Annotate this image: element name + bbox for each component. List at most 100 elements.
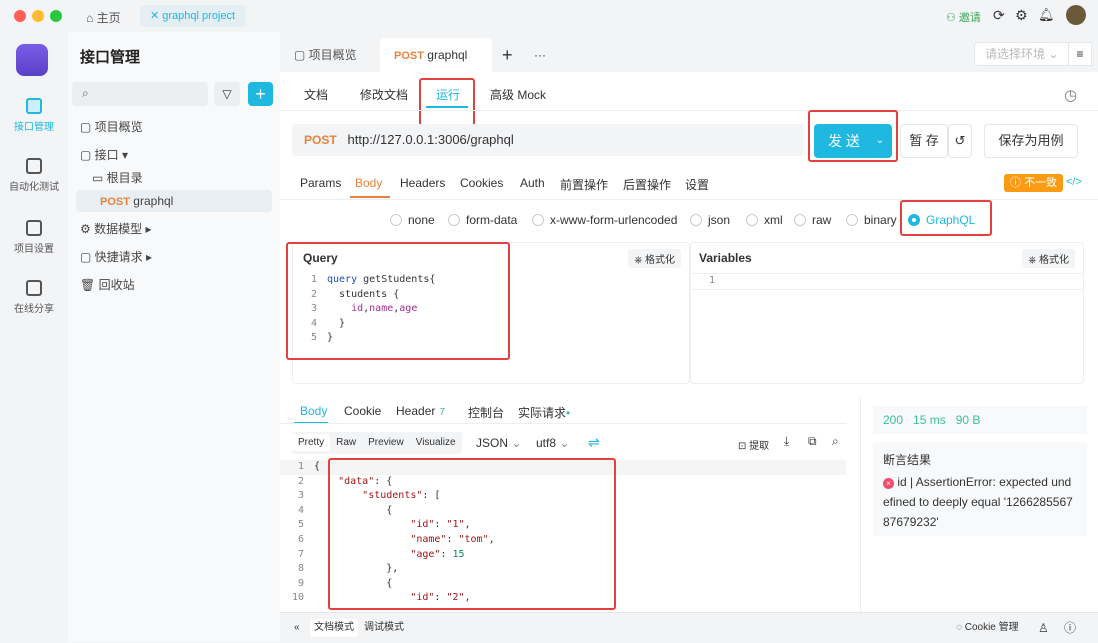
save-case-label: 保存为用例 <box>998 133 1064 148</box>
param-tab[interactable]: 后置操作 <box>623 176 671 193</box>
env-select[interactable]: 请选择环境 ⌄ <box>974 42 1070 66</box>
theme-icon[interactable]: ♙ <box>1038 613 1049 643</box>
avatar[interactable] <box>1066 5 1086 25</box>
doc-mode-button[interactable]: 文档模式 <box>310 619 358 637</box>
filter-button[interactable]: ▽ <box>214 82 240 106</box>
label: JSON <box>476 436 509 450</box>
rail-item-settings[interactable]: 项目设置 <box>0 220 68 255</box>
response-tab[interactable]: 实际请求• <box>518 404 570 421</box>
radio[interactable] <box>390 214 402 226</box>
send-label: 发 送 <box>828 133 860 149</box>
body-type-form-data[interactable]: form-data <box>448 213 517 227</box>
radio[interactable] <box>690 214 702 226</box>
wrap-icon[interactable]: ⇌ <box>588 434 600 451</box>
format-button[interactable]: ⎈ 格式化 <box>1022 249 1075 268</box>
body-type-xml[interactable]: xml <box>746 213 783 227</box>
format-select[interactable]: JSON ⌄ <box>476 436 521 450</box>
close-icon[interactable]: ✕ <box>150 10 162 22</box>
project-tab[interactable]: ✕ graphql project <box>140 5 246 27</box>
label: utf8 <box>536 436 557 450</box>
extract-button[interactable]: ⊡ 提取 <box>738 437 769 452</box>
sidebar-item-models[interactable]: ⚙ 数据模型 ▸ <box>76 218 272 240</box>
tab-graphql[interactable]: POST graphql <box>380 38 492 72</box>
label: Cookie 管理 <box>964 622 1019 633</box>
mismatch-badge[interactable]: ⓘ 不一致 <box>1004 174 1064 192</box>
rail-item-autotest[interactable]: 自动化测试 <box>0 158 68 193</box>
response-tab[interactable]: Body <box>300 404 327 418</box>
invite-button[interactable]: ⚇ 邀请 <box>946 9 981 25</box>
radio[interactable] <box>794 214 806 226</box>
sidebar-item-trash[interactable]: 🗑︎ 回收站 <box>76 274 272 296</box>
body-type-json[interactable]: json <box>690 213 730 227</box>
param-tab[interactable]: Params <box>300 176 341 190</box>
sync-icon[interactable]: ⟳ <box>993 7 1005 24</box>
response-tab[interactable]: 控制台 <box>468 404 504 421</box>
view-visualize[interactable]: Visualize <box>410 434 462 451</box>
body-type-binary[interactable]: binary <box>846 213 897 227</box>
radio[interactable] <box>532 214 544 226</box>
bell-icon[interactable]: 🔔︎ <box>1038 7 1055 23</box>
subtab[interactable]: 修改文档 <box>360 86 408 103</box>
param-tab[interactable]: Headers <box>400 176 445 190</box>
cookie-manager-button[interactable]: ◌ Cookie 管理 <box>956 613 1019 643</box>
response-tab[interactable]: Header 7 <box>396 404 445 418</box>
sidebar-item-graphql[interactable]: POST graphql <box>76 190 272 212</box>
view-preview[interactable]: Preview <box>362 434 410 451</box>
download-icon[interactable]: ⤓ <box>784 434 789 449</box>
subtab[interactable]: 文档 <box>304 86 328 103</box>
format-button[interactable]: ⎈ 格式化 <box>628 249 681 268</box>
view-pretty[interactable]: Pretty <box>292 434 331 451</box>
radio[interactable] <box>746 214 758 226</box>
search-icon[interactable]: ⌕ <box>832 434 839 449</box>
menu-icon[interactable]: ≡ <box>1068 42 1092 66</box>
sidebar-item-overview[interactable]: ▢ 项目概览 <box>76 116 272 138</box>
search-input[interactable]: ⌕ <box>72 82 208 106</box>
radio[interactable] <box>448 214 460 226</box>
method-select[interactable]: POST <box>304 133 337 147</box>
tab-overview[interactable]: ▢ 项目概览 <box>294 38 357 72</box>
sidebar-item-api[interactable]: ▢ 接口 ▾ <box>76 144 272 166</box>
body-type-x-www-form-urlencoded[interactable]: x-www-form-urlencoded <box>532 213 677 227</box>
response-tab[interactable]: Cookie <box>344 404 381 418</box>
save-case-button[interactable]: 保存为用例 <box>984 124 1078 158</box>
sidebar-item-root[interactable]: ▭ 根目录 <box>76 167 272 189</box>
sidebar-item-quick[interactable]: ▢ 快捷请求 ▸ <box>76 246 272 268</box>
response-panel: Body Cookie Header 7 控制台 实际请求• Pretty Raw Previ… <box>280 390 860 612</box>
rail-item-api[interactable]: 接口管理 <box>0 98 68 133</box>
close-window-button[interactable] <box>14 10 26 22</box>
param-tab[interactable]: Auth <box>520 176 545 190</box>
response-meta: 200 15 ms 90 B 断言结果 × id | AssertionErro… <box>860 398 1098 612</box>
view-switch[interactable]: Pretty Raw Preview Visualize <box>292 432 462 454</box>
copy-icon[interactable]: ⧉ <box>808 434 817 449</box>
code-icon[interactable]: </> <box>1066 176 1082 188</box>
save-button[interactable]: 暂 存 <box>900 124 948 158</box>
radio[interactable] <box>846 214 858 226</box>
param-tab[interactable]: Body <box>355 176 382 190</box>
subtab[interactable]: 高级 Mock <box>490 86 546 103</box>
gear-icon[interactable]: ⚙ <box>1015 7 1028 24</box>
home-tab[interactable]: ⌂ 主页 <box>86 9 121 26</box>
variables-editor[interactable]: Variables ⎈ 格式化 1 <box>690 242 1084 384</box>
rail-item-share[interactable]: 在线分享 <box>0 280 68 315</box>
variables-code[interactable]: 1 <box>691 273 1083 290</box>
body-type-none[interactable]: none <box>390 213 435 227</box>
maximize-window-button[interactable] <box>50 10 62 22</box>
help-icon[interactable]: ⓘ <box>1064 613 1076 643</box>
encoding-select[interactable]: utf8 ⌄ <box>536 436 569 450</box>
view-raw[interactable]: Raw <box>330 434 362 451</box>
url-input[interactable]: POST http://127.0.0.1:3006/graphql <box>292 124 804 156</box>
new-tab-button[interactable]: + <box>502 38 513 72</box>
send-button[interactable]: 发 送 ⌄ <box>814 124 892 158</box>
debug-mode-button[interactable]: 调试模式 <box>364 613 404 643</box>
chevron-down-icon[interactable]: ⌄ <box>876 124 884 158</box>
add-button[interactable]: + <box>248 82 273 106</box>
collapse-icon[interactable]: « <box>294 613 300 643</box>
minimize-window-button[interactable] <box>32 10 44 22</box>
body-type-raw[interactable]: raw <box>794 213 831 227</box>
reset-icon[interactable]: ↺ <box>948 124 972 158</box>
param-tab[interactable]: 设置 <box>685 176 709 193</box>
param-tab[interactable]: Cookies <box>460 176 503 190</box>
param-tab[interactable]: 前置操作 <box>560 176 608 193</box>
more-icon[interactable]: ··· <box>534 38 546 72</box>
history-icon[interactable]: ◷ <box>1064 86 1077 104</box>
